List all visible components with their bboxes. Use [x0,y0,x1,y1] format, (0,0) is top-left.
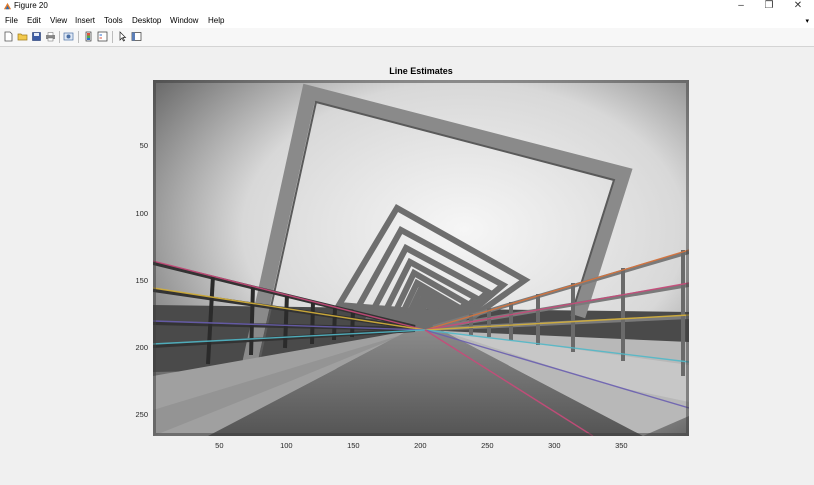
x-tick-label: 150 [347,441,360,450]
link-plot-icon[interactable] [63,31,74,42]
save-icon[interactable] [31,31,42,42]
x-tick-label: 50 [215,441,224,450]
y-tick-label: 100 [135,208,148,218]
x-tick-label: 300 [548,441,561,450]
toolbar-separator [59,31,60,43]
print-icon[interactable] [45,31,56,42]
x-tick-label: 100 [280,441,293,450]
menu-window[interactable]: Window [170,16,198,25]
menu-edit[interactable]: Edit [27,16,41,25]
menu-bar: File Edit View Insert Tools Desktop Wind… [0,13,814,28]
menu-tools[interactable]: Tools [104,16,123,25]
title-bar: Figure 20 – ❐ ✕ [0,0,814,13]
x-tick-label: 250 [481,441,494,450]
open-file-icon[interactable] [17,31,28,42]
new-figure-icon[interactable] [3,31,14,42]
restore-button[interactable]: ❐ [755,0,783,13]
toolbar-separator [112,31,113,43]
x-tick-label: 350 [615,441,628,450]
figure-toolbar [0,28,814,47]
y-tick-label: 150 [135,275,148,285]
plot-title: Line Estimates [389,66,453,76]
matlab-app-icon [3,2,12,10]
y-tick-label: 50 [139,141,148,151]
property-inspector-icon[interactable] [131,31,142,42]
insert-legend-icon[interactable] [97,31,108,42]
toolbar-separator [78,31,79,43]
image-axes[interactable] [153,80,689,436]
menu-insert[interactable]: Insert [75,16,95,25]
insert-colorbar-icon[interactable] [83,31,94,42]
menu-file[interactable]: File [5,16,18,25]
edit-plot-icon[interactable] [117,31,128,42]
menu-help[interactable]: Help [208,16,224,25]
y-tick-label: 200 [135,343,148,352]
x-tick-label: 200 [414,441,427,450]
menu-view[interactable]: View [50,16,67,25]
y-tick-label: 250 [135,410,148,420]
menu-chevron-icon[interactable]: ▾ [805,17,809,25]
minimize-button[interactable]: – [727,0,755,13]
close-button[interactable]: ✕ [784,0,812,13]
menu-desktop[interactable]: Desktop [132,16,161,25]
window-title: Figure 20 [14,1,48,10]
